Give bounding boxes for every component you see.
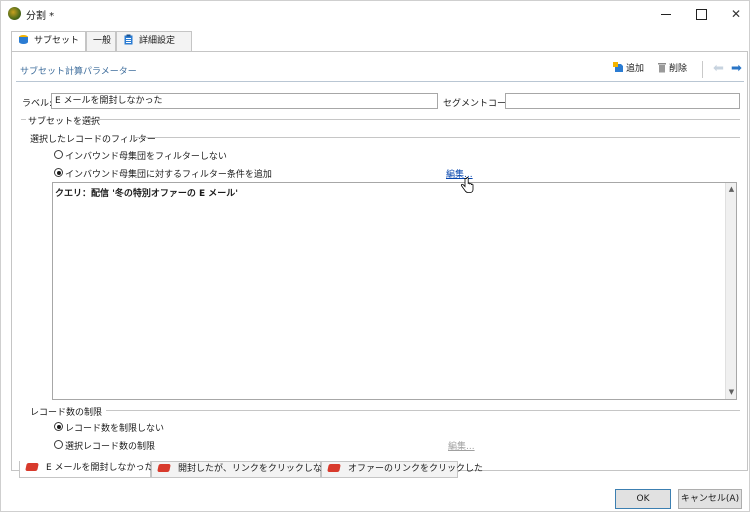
- radio-no-filter-label: インバウンド母集団をフィルターしない: [65, 152, 227, 162]
- limit-group-line: [106, 410, 740, 411]
- group-border-left: [21, 119, 26, 120]
- label-input[interactable]: E メールを開封しなかった: [51, 93, 438, 109]
- add-button-label: 追加: [626, 64, 645, 74]
- tab-advanced-label: 詳細設定: [139, 36, 176, 46]
- parameter-toolbar: サブセット計算パラメーター 追加 削除 ⬅ ➡: [16, 58, 744, 82]
- subset-icon: [19, 35, 28, 44]
- app-logo-icon: [8, 7, 21, 20]
- radio-no-limit[interactable]: [54, 422, 63, 431]
- toolbar-separator: [702, 61, 703, 78]
- clipboard-icon: [124, 34, 133, 45]
- subset-tab-not-opened[interactable]: E メールを開封しなかった: [19, 461, 154, 478]
- tab-subset[interactable]: サブセット: [11, 31, 86, 52]
- radio-limit-label: 選択レコード数の制限: [65, 442, 156, 452]
- delete-button-label: 削除: [669, 64, 688, 74]
- edit-limit-link: 編集...: [448, 442, 475, 452]
- subset-tab-clicked-offer[interactable]: オファーのリンクをクリックした: [321, 461, 483, 478]
- radio-no-filter[interactable]: [54, 150, 63, 159]
- filter-group-line: [135, 137, 740, 138]
- group-border-top: [82, 119, 740, 120]
- subset-tab-label: オファーのリンクをクリックした: [348, 464, 484, 474]
- subset-tab-opened-not-clicked[interactable]: 開封したが、リンクをクリックしなかった: [151, 461, 349, 478]
- limit-group-title: レコード数の制限: [30, 408, 103, 418]
- delete-button[interactable]: 削除: [657, 61, 687, 77]
- label-caption: ラベル:: [22, 99, 53, 109]
- trash-icon: [658, 63, 666, 73]
- maximize-button[interactable]: [691, 5, 711, 23]
- subset-tab-icon: [25, 463, 39, 471]
- arrow-right-icon[interactable]: ➡: [731, 61, 742, 77]
- hand-cursor-icon: [460, 177, 474, 193]
- radio-add-filter[interactable]: [54, 168, 63, 177]
- select-subset-title: サブセットを選択: [28, 117, 101, 127]
- subset-tab-label: E メールを開封しなかった: [46, 463, 154, 473]
- scroll-up-icon[interactable]: ▲: [727, 185, 736, 194]
- tab-general[interactable]: 一般: [86, 31, 116, 51]
- subset-tab-icon: [327, 464, 341, 472]
- radio-add-filter-label: インバウンド母集団に対するフィルター条件を追加: [65, 170, 272, 180]
- title-bar: 分割 * ✕: [1, 1, 749, 27]
- scroll-down-icon[interactable]: ▼: [727, 388, 736, 397]
- radio-limit[interactable]: [54, 440, 63, 449]
- query-display: クエリ：配信 '冬の特別オファーの E メール' ▲ ▼: [52, 182, 737, 400]
- subset-tab-icon: [157, 464, 171, 472]
- tab-subset-label: サブセット: [34, 36, 80, 46]
- segment-code-input[interactable]: [505, 93, 740, 109]
- vertical-scrollbar[interactable]: ▲ ▼: [725, 183, 736, 399]
- subset-panel: サブセット計算パラメーター 追加 削除 ⬅ ➡ ラベル: E メールを開封しなか…: [11, 51, 748, 471]
- ok-button[interactable]: OK: [615, 489, 671, 509]
- tab-advanced[interactable]: 詳細設定: [116, 31, 192, 51]
- add-icon: [613, 62, 623, 72]
- parameter-title: サブセット計算パラメーター: [20, 67, 137, 77]
- add-button[interactable]: 追加: [613, 61, 644, 77]
- close-button[interactable]: ✕: [726, 5, 746, 23]
- arrow-left-icon[interactable]: ⬅: [713, 61, 724, 77]
- query-text: クエリ：配信 '冬の特別オファーの E メール': [55, 189, 239, 199]
- tab-general-label: 一般: [93, 36, 112, 46]
- window-title: 分割 *: [26, 11, 55, 22]
- cancel-button[interactable]: キャンセル(A): [678, 489, 742, 509]
- dialog-window: 分割 * ✕ サブセット 一般 詳細設定 サブセット計算パラメーター 追加 削除…: [0, 0, 750, 512]
- radio-no-limit-label: レコード数を制限しない: [65, 424, 165, 434]
- minimize-button[interactable]: [656, 5, 676, 23]
- filter-group-title: 選択したレコードのフィルター: [30, 135, 156, 145]
